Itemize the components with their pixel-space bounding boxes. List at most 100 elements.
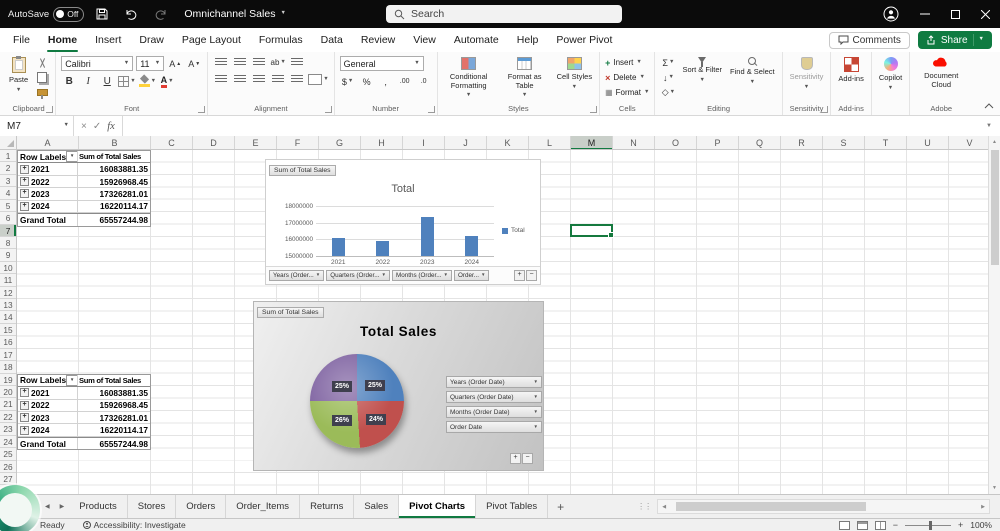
- sheet-tab-pivot-charts[interactable]: Pivot Charts: [399, 495, 477, 518]
- cell-styles-button[interactable]: Cell Styles ▼: [555, 56, 594, 102]
- row-header-13[interactable]: 13: [0, 299, 16, 312]
- chevron-down-icon[interactable]: ▼: [979, 37, 984, 43]
- row-header-15[interactable]: 15: [0, 324, 16, 337]
- dialog-launcher-icon[interactable]: [590, 106, 598, 113]
- maximize-button[interactable]: [940, 0, 970, 28]
- save-button[interactable]: [91, 3, 113, 25]
- sheet-tab-stores[interactable]: Stores: [128, 495, 177, 518]
- row-header-22[interactable]: 22: [0, 411, 16, 424]
- close-button[interactable]: [970, 0, 1000, 28]
- tab-splitter[interactable]: ⋮⋮: [633, 495, 655, 518]
- collapse-field-button[interactable]: −: [526, 270, 537, 281]
- align-top-button[interactable]: [213, 56, 229, 69]
- align-left-button[interactable]: [213, 73, 229, 86]
- cells-area[interactable]: Row Labels ▼ Sum of Total Sales +2021 160838…: [17, 150, 988, 494]
- page-layout-view-button[interactable]: [856, 520, 868, 530]
- horizontal-scrollbar-thumb[interactable]: [676, 502, 867, 511]
- column-header-I[interactable]: I: [403, 136, 445, 149]
- increase-decimal-button[interactable]: .00: [397, 75, 413, 88]
- sheet-nav-right[interactable]: ▶: [55, 495, 70, 518]
- row-header-19[interactable]: 19: [0, 374, 16, 387]
- expand-field-button[interactable]: +: [514, 270, 525, 281]
- expand-button[interactable]: +: [20, 164, 29, 174]
- sheet-tab-order-items[interactable]: Order_Items: [226, 495, 301, 518]
- expand-field-button[interactable]: +: [510, 453, 521, 464]
- decrease-font-button[interactable]: A ▼: [186, 57, 202, 70]
- column-header-F[interactable]: F: [277, 136, 319, 149]
- page-break-view-button[interactable]: [874, 520, 886, 530]
- pivot-field-button-months-order-[interactable]: Months (Order... ▼: [392, 270, 452, 281]
- column-header-O[interactable]: O: [655, 136, 697, 149]
- row-header-14[interactable]: 14: [0, 311, 16, 324]
- search-box[interactable]: Search: [386, 5, 622, 23]
- row-header-1[interactable]: 1: [0, 150, 16, 163]
- expand-button[interactable]: +: [20, 177, 29, 187]
- share-button[interactable]: Share ▼: [917, 31, 992, 49]
- autosave-toggle[interactable]: Off: [53, 6, 85, 22]
- increase-indent-button[interactable]: [289, 73, 305, 86]
- autosum-button[interactable]: Σ ▼: [660, 56, 676, 69]
- pivot-field-button-quarters-order-date-[interactable]: Quarters (Order Date) ▼: [446, 391, 542, 403]
- row-header-10[interactable]: 10: [0, 262, 16, 275]
- expand-button[interactable]: +: [20, 388, 29, 398]
- ribbon-tab-page-layout[interactable]: Page Layout: [173, 28, 250, 52]
- find-select-button[interactable]: Find & Select ▼: [728, 56, 777, 102]
- column-header-Q[interactable]: Q: [739, 136, 781, 149]
- column-header-S[interactable]: S: [823, 136, 865, 149]
- pivot-field-button-years-order-[interactable]: Years (Order... ▼: [269, 270, 325, 281]
- bar-chart[interactable]: Sum of Total Sales Total Total Years (Or…: [265, 159, 541, 285]
- pivot-row-label-2023[interactable]: +2023: [18, 188, 78, 200]
- ribbon-tab-draw[interactable]: Draw: [130, 28, 173, 52]
- copilot-button[interactable]: Copilot ▼: [877, 56, 904, 102]
- collapse-ribbon-button[interactable]: [984, 100, 994, 112]
- pivot-header-row-labels[interactable]: Row Labels ▼: [18, 151, 78, 163]
- pivot-field-button-order-date[interactable]: Order Date ▼: [446, 421, 542, 433]
- sheet-tab-products[interactable]: Products: [69, 495, 128, 518]
- document-cloud-button[interactable]: Document Cloud: [915, 56, 967, 102]
- scroll-left-arrow[interactable]: ◀: [658, 504, 670, 510]
- select-all-corner[interactable]: [0, 136, 17, 150]
- orientation-button[interactable]: ab ▼: [270, 56, 286, 69]
- expand-button[interactable]: +: [20, 201, 29, 211]
- pivot-row-label-2024[interactable]: +2024: [18, 424, 78, 436]
- formula-input[interactable]: [123, 116, 978, 136]
- ribbon-tab-help[interactable]: Help: [508, 28, 548, 52]
- column-header-M[interactable]: M: [571, 136, 613, 149]
- format-cells-button[interactable]: ▦ Format ▼: [605, 86, 649, 99]
- format-as-table-button[interactable]: Format as Table ▼: [499, 56, 551, 102]
- row-labels-filter-button[interactable]: ▼: [66, 374, 77, 386]
- cancel-button[interactable]: ×: [81, 121, 87, 132]
- horizontal-scrollbar-track[interactable]: [670, 502, 977, 512]
- pivot-field-chip[interactable]: Sum of Total Sales: [269, 165, 336, 176]
- pivot-row-label-2022[interactable]: +2022: [18, 399, 78, 411]
- account-avatar[interactable]: [878, 0, 904, 28]
- paste-button[interactable]: Paste ▼: [7, 56, 30, 102]
- ribbon-tab-power-pivot[interactable]: Power Pivot: [547, 28, 621, 52]
- column-header-P[interactable]: P: [697, 136, 739, 149]
- sheet-tab-returns[interactable]: Returns: [300, 495, 355, 518]
- borders-button[interactable]: ▼: [118, 75, 136, 88]
- insert-function-button[interactable]: fx: [107, 121, 115, 132]
- font-name-select[interactable]: Calibri ▼: [61, 56, 134, 71]
- new-sheet-button[interactable]: +: [548, 495, 573, 518]
- column-header-D[interactable]: D: [193, 136, 235, 149]
- row-header-27[interactable]: 27: [0, 473, 16, 486]
- sheet-nav-left[interactable]: ◀: [40, 495, 55, 518]
- pivot-field-button-years-order-date-[interactable]: Years (Order Date) ▼: [446, 376, 542, 388]
- row-header-18[interactable]: 18: [0, 361, 16, 374]
- sheet-tab-pivot-tables[interactable]: Pivot Tables: [476, 495, 549, 518]
- row-header-7[interactable]: 7: [0, 224, 16, 237]
- column-header-B[interactable]: B: [79, 136, 151, 149]
- scroll-right-arrow[interactable]: ▶: [977, 504, 989, 510]
- column-header-J[interactable]: J: [445, 136, 487, 149]
- pivot-row-label-2022[interactable]: +2022: [18, 175, 78, 188]
- row-header-26[interactable]: 26: [0, 461, 16, 473]
- zoom-out-button[interactable]: −: [893, 520, 898, 530]
- decrease-decimal-button[interactable]: .0: [416, 75, 432, 88]
- column-header-U[interactable]: U: [907, 136, 949, 149]
- normal-view-button[interactable]: [838, 520, 850, 530]
- row-header-9[interactable]: 9: [0, 249, 16, 262]
- clear-button[interactable]: ◇ ▼: [660, 86, 676, 99]
- dialog-launcher-icon[interactable]: [324, 106, 332, 113]
- pivot-row-label-2021[interactable]: +2021: [18, 387, 78, 399]
